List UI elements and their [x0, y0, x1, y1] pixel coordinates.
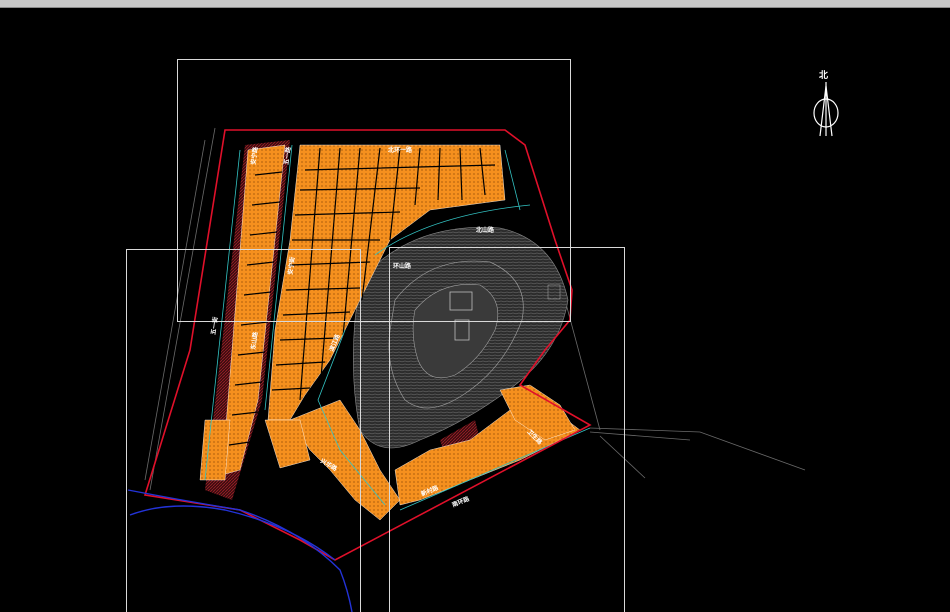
river	[127, 489, 353, 612]
road-label: 北环一路	[388, 146, 413, 154]
window-top-bar	[0, 0, 950, 8]
road-label: 环山路	[393, 262, 412, 270]
road-label: 北山路	[476, 226, 495, 234]
road-label: 五一街	[209, 316, 219, 335]
north-arrow-icon: 北	[813, 69, 839, 137]
cad-drawing-canvas[interactable]: 北环一路 北山路 环山路 安宁路 五一路 安宁街 五一街 东山路 滨江路 兴华路…	[0, 8, 950, 612]
north-label: 北	[819, 69, 828, 81]
